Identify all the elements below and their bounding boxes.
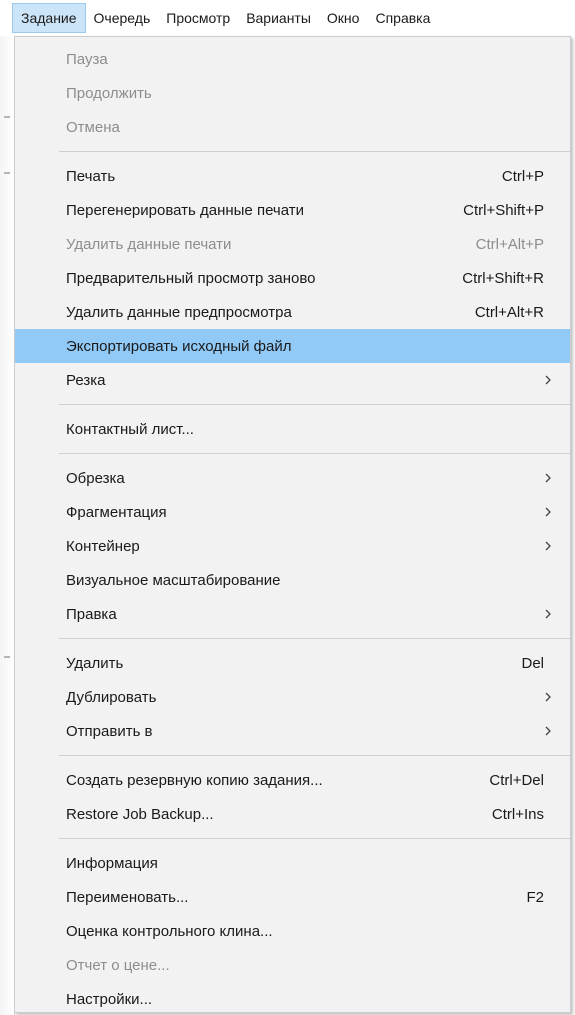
menu-item-label: Отмена [66,118,120,136]
menu-item-shortcut: Del [521,654,544,672]
menu-item-3-1[interactable]: Контактный лист... [15,412,570,446]
menu-item-shortcut: Ctrl+Shift+P [463,201,544,219]
menu-item-4-1[interactable]: Обрезка [15,461,570,495]
menu-item-shortcut: Ctrl+P [501,167,544,185]
menu-item-2-3: Удалить данные печати Ctrl+Alt+P [15,227,570,261]
menu-separator [59,755,570,756]
background-tick [4,116,10,118]
menu-item-1-1: Пауза [15,42,570,76]
menu-item-label: Визуальное масштабирование [66,571,281,589]
menu-item-4-4[interactable]: Визуальное масштабирование [15,563,570,597]
menubar: Задание Очередь Просмотр Варианты Окно С… [0,0,575,36]
menu-item-label: Перегенерировать данные печати [66,201,304,219]
chevron-right-icon [545,726,551,736]
menu-item-label: Обрезка [66,469,125,487]
job-dropdown-menu: Пауза Продолжить Отмена Печать Ctrl+P Переген… [14,36,571,1013]
menu-item-label: Переименовать... [66,888,189,906]
chevron-right-icon [545,541,551,551]
menu-item-label: Контактный лист... [66,420,194,438]
menu-item-6-1[interactable]: Создать резервную копию задания... Ctrl+D… [15,763,570,797]
menu-item-shortcut: Ctrl+Del [489,771,544,789]
menu-separator [59,838,570,839]
menu-item-shortcut: F2 [526,888,544,906]
menu-item-label: Контейнер [66,537,140,555]
menubar-item-options[interactable]: Варианты [238,3,319,33]
menu-item-1-3: Отмена [15,110,570,144]
menu-item-label: Резка [66,371,106,389]
menu-item-5-1[interactable]: Удалить Del [15,646,570,680]
menu-item-2-7[interactable]: Резка [15,363,570,397]
application-window: Задание Очередь Просмотр Варианты Окно С… [0,0,575,1015]
menubar-item-job[interactable]: Задание [12,3,86,33]
menu-item-4-2[interactable]: Фрагментация [15,495,570,529]
menu-item-7-2[interactable]: Переименовать... F2 [15,880,570,914]
menubar-item-window[interactable]: Окно [319,3,368,33]
menu-item-label: Дублировать [66,688,157,706]
chevron-right-icon [545,507,551,517]
menu-item-4-5[interactable]: Правка [15,597,570,631]
menu-item-7-4: Отчет о цене... [15,948,570,982]
menu-item-label: Предварительный просмотр заново [66,269,316,287]
menu-item-label: Restore Job Backup... [66,805,214,823]
menu-item-label: Печать [66,167,116,185]
menu-item-label: Информация [66,854,158,872]
menu-item-7-5[interactable]: Настройки... [15,982,570,1015]
background-window-edge [0,36,15,1015]
background-tick [4,656,10,658]
menu-item-label: Создать резервную копию задания... [66,771,323,789]
chevron-right-icon [545,692,551,702]
menubar-item-queue[interactable]: Очередь [86,3,159,33]
menu-item-label: Продолжить [66,84,152,102]
menu-separator [59,404,570,405]
menubar-item-help[interactable]: Справка [367,3,438,33]
menu-item-label: Настройки... [66,990,153,1008]
menu-item-2-2[interactable]: Перегенерировать данные печати Ctrl+Shift… [15,193,570,227]
menu-separator [59,638,570,639]
menu-item-5-3[interactable]: Отправить в [15,714,570,748]
menu-item-shortcut: Ctrl+Alt+R [474,303,544,321]
menu-item-4-3[interactable]: Контейнер [15,529,570,563]
menubar-item-view[interactable]: Просмотр [158,3,238,33]
menu-item-1-2: Продолжить [15,76,570,110]
menu-item-label: Экспортировать исходный файл [66,337,292,355]
menu-item-2-1[interactable]: Печать Ctrl+P [15,159,570,193]
menu-item-shortcut: Ctrl+Shift+R [462,269,544,287]
menu-item-label: Удалить данные предпросмотра [66,303,292,321]
menu-item-label: Пауза [66,50,108,68]
menu-item-label: Оценка контрольного клина... [66,922,273,940]
chevron-right-icon [545,375,551,385]
menu-item-label: Отправить в [66,722,153,740]
menu-item-shortcut: Ctrl+Ins [491,805,544,823]
menu-item-label: Удалить [66,654,124,672]
menu-item-2-5[interactable]: Удалить данные предпросмотра Ctrl+Alt+R [15,295,570,329]
menu-item-shortcut: Ctrl+Alt+P [475,235,544,253]
menu-item-7-1[interactable]: Информация [15,846,570,880]
chevron-right-icon [545,473,551,483]
menu-item-2-6[interactable]: Экспортировать исходный файл [15,329,570,363]
menu-item-5-2[interactable]: Дублировать [15,680,570,714]
chevron-right-icon [545,609,551,619]
background-tick [4,172,10,174]
menu-item-6-2[interactable]: Restore Job Backup... Ctrl+Ins [15,797,570,831]
menu-item-label: Отчет о цене... [66,956,170,974]
menu-item-label: Удалить данные печати [66,235,232,253]
menu-item-label: Правка [66,605,117,623]
menu-separator [59,453,570,454]
menu-separator [59,151,570,152]
menu-item-7-3[interactable]: Оценка контрольного клина... [15,914,570,948]
menu-item-label: Фрагментация [66,503,167,521]
menu-item-2-4[interactable]: Предварительный просмотр заново Ctrl+Shif… [15,261,570,295]
